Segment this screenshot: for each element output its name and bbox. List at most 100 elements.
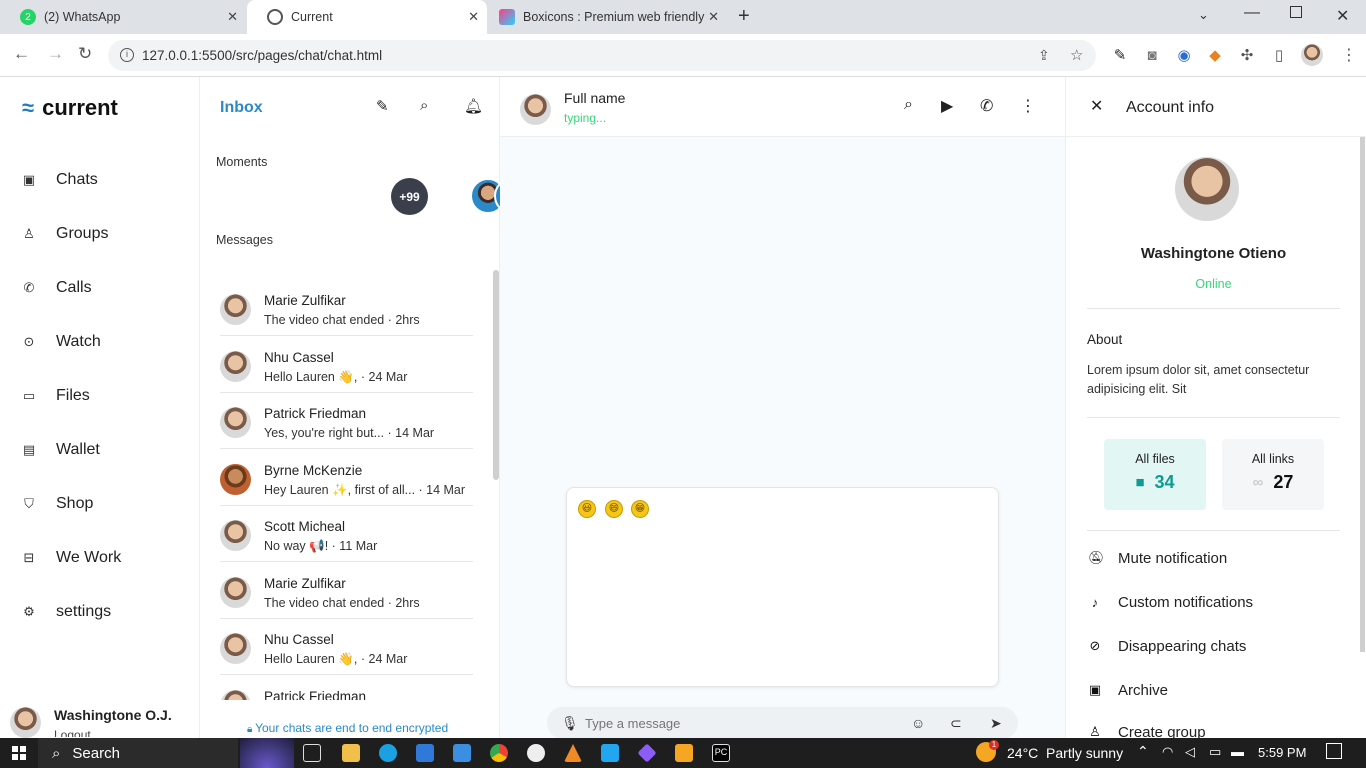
- list-item[interactable]: Scott Micheal No way 📢! · 11 Mar: [220, 506, 473, 562]
- back-icon[interactable]: ←: [13, 44, 30, 64]
- about-text: Lorem ipsum dolor sit, amet consectetur …: [1087, 363, 1310, 396]
- restore-button[interactable]: [1290, 6, 1302, 18]
- network-icon[interactable]: ◠: [1162, 744, 1173, 760]
- profile-avatar[interactable]: [1175, 157, 1239, 221]
- windows-start-icon[interactable]: [12, 746, 26, 760]
- sidebar-item-shop[interactable]: ⛉ Shop: [22, 492, 93, 516]
- screen-record-extension-icon[interactable]: ◉: [1175, 46, 1193, 64]
- tray-chevron-icon[interactable]: ⌃: [1137, 743, 1149, 760]
- microphone-icon[interactable]: 🎙︎: [561, 715, 579, 732]
- store-icon[interactable]: [416, 744, 434, 762]
- mail-icon[interactable]: [453, 744, 471, 762]
- tab-boxicons[interactable]: Boxicons : Premium web friendly ✕: [487, 0, 727, 34]
- minimize-button[interactable]: —: [1244, 4, 1260, 22]
- phone-icon[interactable]: ✆: [980, 96, 993, 116]
- list-item[interactable]: Patrick Friedman: [220, 676, 473, 700]
- all-files-card[interactable]: All files ■ 34: [1104, 439, 1206, 510]
- account-scrollbar[interactable]: [1360, 137, 1365, 652]
- app-icon[interactable]: [527, 744, 545, 762]
- close-tab-icon[interactable]: ✕: [468, 9, 479, 25]
- logout-link[interactable]: Logout: [54, 728, 172, 737]
- custom-notifications-item[interactable]: ♪ Custom notifications: [1088, 592, 1253, 612]
- tab-search-icon[interactable]: ⌄: [1198, 7, 1209, 23]
- sidebar-item-watch[interactable]: ⊙ Watch: [22, 330, 101, 354]
- sidebar-item-wallet[interactable]: ▤ Wallet: [22, 438, 100, 462]
- sidebar-item-we-work[interactable]: ⊟ We Work: [22, 546, 122, 570]
- file-explorer-icon[interactable]: [342, 744, 360, 762]
- forward-icon[interactable]: →: [47, 44, 64, 64]
- sidebar-item-groups[interactable]: ♙ Groups: [22, 222, 108, 246]
- pycharm-icon[interactable]: PC: [712, 744, 730, 762]
- side-panel-icon[interactable]: ▯: [1270, 46, 1288, 64]
- sidebar-item-settings[interactable]: ⚙ settings: [22, 600, 111, 624]
- list-item[interactable]: Marie Zulfikar The video chat ended · 2hr…: [220, 280, 473, 336]
- new-tab-button[interactable]: +: [738, 5, 750, 28]
- bell-icon[interactable]: 🔔︎: [464, 97, 483, 115]
- volume-icon[interactable]: ◁: [1185, 744, 1195, 760]
- list-item[interactable]: Patrick Friedman Yes, you're right but...…: [220, 393, 473, 449]
- send-icon[interactable]: ➤: [990, 715, 1002, 732]
- close-tab-icon[interactable]: ✕: [708, 9, 719, 25]
- all-links-card[interactable]: All links ∞ 27: [1222, 439, 1324, 510]
- message-preview: No way 📢! · 11 Mar: [264, 539, 378, 553]
- close-window-button[interactable]: ✕: [1336, 6, 1349, 26]
- avatar[interactable]: [520, 94, 551, 125]
- taskbar-search[interactable]: ⌕ Search: [38, 738, 238, 768]
- more-options-icon[interactable]: ⋮: [1020, 96, 1036, 116]
- inbox-scrollbar[interactable]: [493, 270, 499, 480]
- grin-emoji[interactable]: 😁: [631, 500, 649, 518]
- vlc-icon[interactable]: [564, 744, 582, 762]
- browser-menu-icon[interactable]: ⋮: [1340, 46, 1358, 64]
- search-icon[interactable]: ⌕: [904, 96, 913, 114]
- close-icon[interactable]: ✕: [1090, 96, 1103, 116]
- smile-emoji[interactable]: 😄: [605, 500, 623, 518]
- metamask-extension-icon[interactable]: ◆: [1206, 46, 1224, 64]
- battery-icon[interactable]: ▬: [1231, 744, 1244, 759]
- moments-more-badge[interactable]: +99: [391, 178, 428, 215]
- list-item[interactable]: Nhu Cassel Hello Lauren 👋, · 24 Mar: [220, 337, 473, 393]
- camera-extension-icon[interactable]: ◙: [1143, 46, 1161, 64]
- extensions-puzzle-icon[interactable]: ✣: [1238, 46, 1256, 64]
- archive-item[interactable]: ▣ Archive: [1088, 680, 1168, 700]
- address-bar[interactable]: i 127.0.0.1:5500/src/pages/chat/chat.htm…: [108, 40, 1096, 71]
- list-item[interactable]: Nhu Cassel Hello Lauren 👋, · 24 Mar: [220, 619, 473, 675]
- share-icon[interactable]: ⇪: [1038, 47, 1050, 64]
- create-group-item[interactable]: ♙ Create group: [1088, 724, 1205, 738]
- profile-avatar[interactable]: [1301, 44, 1323, 66]
- search-icon[interactable]: ⌕: [420, 97, 428, 114]
- notification-icon[interactable]: [1326, 743, 1342, 759]
- current-user[interactable]: Washingtone O.J. Logout: [10, 707, 172, 738]
- bookmark-star-icon[interactable]: ☆: [1070, 46, 1083, 64]
- reload-icon[interactable]: ↻: [78, 44, 92, 64]
- widget-search-highlight[interactable]: [240, 738, 294, 768]
- sidebar-item-calls[interactable]: ✆ Calls: [22, 276, 92, 300]
- git-client-icon[interactable]: [637, 743, 657, 763]
- close-tab-icon[interactable]: ✕: [227, 9, 238, 25]
- site-info-icon[interactable]: i: [120, 48, 134, 62]
- task-view-icon[interactable]: [303, 744, 321, 762]
- chrome-icon[interactable]: [490, 744, 508, 762]
- video-call-icon[interactable]: ▶︎: [941, 96, 953, 116]
- emoji-icon[interactable]: ☺: [911, 715, 925, 731]
- tab-whatsapp[interactable]: 2 (2) WhatsApp ✕: [0, 0, 246, 34]
- disappearing-chats-item[interactable]: ⊘ Disappearing chats: [1088, 636, 1247, 656]
- eyedropper-extension-icon[interactable]: ✎: [1111, 46, 1129, 64]
- edge-icon[interactable]: [379, 744, 397, 762]
- brand-logo[interactable]: ≈ current: [22, 95, 118, 121]
- attachment-icon[interactable]: ⊂: [950, 715, 962, 732]
- compose-icon[interactable]: ✎: [376, 97, 389, 115]
- tab-title: (2) WhatsApp: [44, 10, 121, 24]
- sublime-icon[interactable]: [675, 744, 693, 762]
- sidebar-item-chats[interactable]: ▣ Chats: [22, 168, 98, 192]
- emoji-message-box[interactable]: 😃 😄 😁: [566, 487, 999, 687]
- sidebar-item-files[interactable]: ▭ Files: [22, 384, 90, 408]
- clock-time[interactable]: 5:59 PM: [1258, 745, 1306, 760]
- list-item[interactable]: Byrne McKenzie Hey Lauren ✨, first of all…: [220, 450, 473, 506]
- grinning-emoji[interactable]: 😃: [578, 500, 596, 518]
- vscode-icon[interactable]: [601, 744, 619, 762]
- device-icon[interactable]: ▭: [1209, 744, 1221, 760]
- message-input[interactable]: [585, 713, 885, 733]
- list-item[interactable]: Marie Zulfikar The video chat ended · 2hr…: [220, 563, 473, 619]
- tab-current[interactable]: Current ✕: [247, 0, 487, 34]
- mute-notification-item[interactable]: 🔕︎ Mute notification: [1088, 548, 1227, 568]
